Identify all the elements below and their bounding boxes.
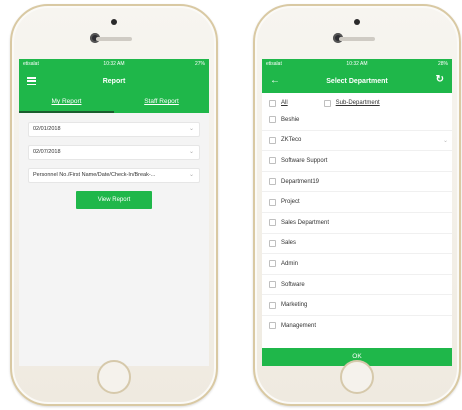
department-row[interactable]: Beshie xyxy=(262,110,452,131)
start-date-field[interactable]: 02/01/2018 ⌄ xyxy=(28,122,200,137)
report-columns-field[interactable]: Personnel No./First Name/Date/Check-In/B… xyxy=(28,168,200,183)
report-form: 02/01/2018 ⌄ 02/07/2018 ⌄ Personnel No./… xyxy=(19,113,209,366)
page-title: Select Department xyxy=(326,77,388,85)
department-label: Department19 xyxy=(281,178,320,185)
department-row[interactable]: Software xyxy=(262,275,452,296)
tab-staff-report[interactable]: Staff Report xyxy=(114,93,209,113)
department-label: Marketing xyxy=(281,302,308,309)
department-row[interactable]: Department19 xyxy=(262,172,452,193)
earpiece-speaker xyxy=(339,37,375,41)
department-checkbox[interactable] xyxy=(269,281,276,289)
department-row[interactable]: Admin xyxy=(262,254,452,275)
department-row[interactable]: Software Support xyxy=(262,151,452,172)
department-row[interactable]: Project xyxy=(262,192,452,213)
department-label: Sales Department xyxy=(281,219,330,226)
department-checkbox[interactable] xyxy=(269,239,276,247)
department-checkbox[interactable] xyxy=(269,198,276,206)
end-date-value: 02/07/2018 xyxy=(33,149,61,155)
title-bar: ← Select Department ↻ xyxy=(262,69,452,93)
report-screen: etisalat 10:32 AM 27% Report My Report S… xyxy=(19,59,209,366)
department-checkbox[interactable] xyxy=(269,178,276,186)
department-checkbox[interactable] xyxy=(269,157,276,165)
department-row[interactable]: Management xyxy=(262,316,452,332)
department-checkbox[interactable] xyxy=(269,136,276,144)
phone-right: etisalat 10:32 AM 28% ← Select Departmen… xyxy=(253,4,461,406)
refresh-icon[interactable]: ↻ xyxy=(436,75,444,85)
chevron-down-icon: ⌄ xyxy=(188,126,194,132)
report-tabs: My Report Staff Report xyxy=(19,93,209,113)
department-label: Beshie xyxy=(281,116,300,123)
department-checkbox[interactable] xyxy=(269,219,276,227)
earpiece-speaker xyxy=(96,37,132,41)
end-date-field[interactable]: 02/07/2018 ⌄ xyxy=(28,145,200,160)
phone-left: etisalat 10:32 AM 27% Report My Report S… xyxy=(10,4,218,406)
department-row[interactable]: Sales Department xyxy=(262,213,452,234)
select-all-row: All Sub-Department xyxy=(262,96,452,110)
sub-department-checkbox[interactable] xyxy=(323,99,331,107)
start-date-value: 02/01/2018 xyxy=(33,126,61,132)
department-rows: Beshie ZKTeco ⌄ Software Support Department1… xyxy=(262,110,452,332)
arrow-left-icon[interactable]: ← xyxy=(270,76,280,86)
stage: etisalat 10:32 AM 27% Report My Report S… xyxy=(0,0,462,410)
status-bar: etisalat 10:32 AM 28% xyxy=(262,59,452,69)
status-time: 10:32 AM xyxy=(103,61,125,67)
department-label: Project xyxy=(281,199,300,206)
all-label: All xyxy=(281,100,288,106)
tab-my-report[interactable]: My Report xyxy=(19,93,114,113)
status-bar: etisalat 10:32 AM 27% xyxy=(19,59,209,69)
chevron-down-icon: ⌄ xyxy=(188,172,194,178)
department-label: ZKTeco xyxy=(281,137,302,144)
department-label: Software Support xyxy=(281,157,328,164)
status-time: 10:32 AM xyxy=(346,61,368,67)
title-bar: Report xyxy=(19,69,209,93)
home-button[interactable] xyxy=(340,360,374,394)
department-checkbox[interactable] xyxy=(269,260,276,268)
all-checkbox[interactable] xyxy=(269,99,276,107)
department-row[interactable]: Marketing xyxy=(262,295,452,316)
chevron-down-icon[interactable]: ⌄ xyxy=(443,137,448,144)
department-checkbox[interactable] xyxy=(269,301,276,309)
sub-department-label: Sub-Department xyxy=(335,100,380,106)
department-list: All Sub-Department Beshie ZKTeco ⌄ Software… xyxy=(262,93,452,332)
page-title: Report xyxy=(102,77,126,85)
hamburger-menu-icon[interactable] xyxy=(27,77,36,86)
app-bar: etisalat 10:32 AM 28% ← Select Departmen… xyxy=(262,59,452,93)
home-button[interactable] xyxy=(97,360,131,394)
chevron-down-icon: ⌄ xyxy=(188,149,194,155)
proximity-sensor xyxy=(111,19,117,25)
app-bar: etisalat 10:32 AM 27% Report xyxy=(19,59,209,93)
department-checkbox[interactable] xyxy=(269,116,276,124)
department-label: Management xyxy=(281,322,317,329)
department-label: Sales xyxy=(281,240,297,247)
report-columns-value: Personnel No./First Name/Date/Check-In/B… xyxy=(33,172,156,178)
department-row[interactable]: ZKTeco ⌄ xyxy=(262,131,452,152)
department-checkbox[interactable] xyxy=(269,322,276,330)
department-label: Software xyxy=(281,281,305,288)
department-label: Admin xyxy=(281,260,299,267)
view-report-button[interactable]: View Report xyxy=(76,191,152,209)
select-department-screen: etisalat 10:32 AM 28% ← Select Departmen… xyxy=(262,59,452,366)
department-row[interactable]: Sales xyxy=(262,234,452,255)
proximity-sensor xyxy=(354,19,360,25)
